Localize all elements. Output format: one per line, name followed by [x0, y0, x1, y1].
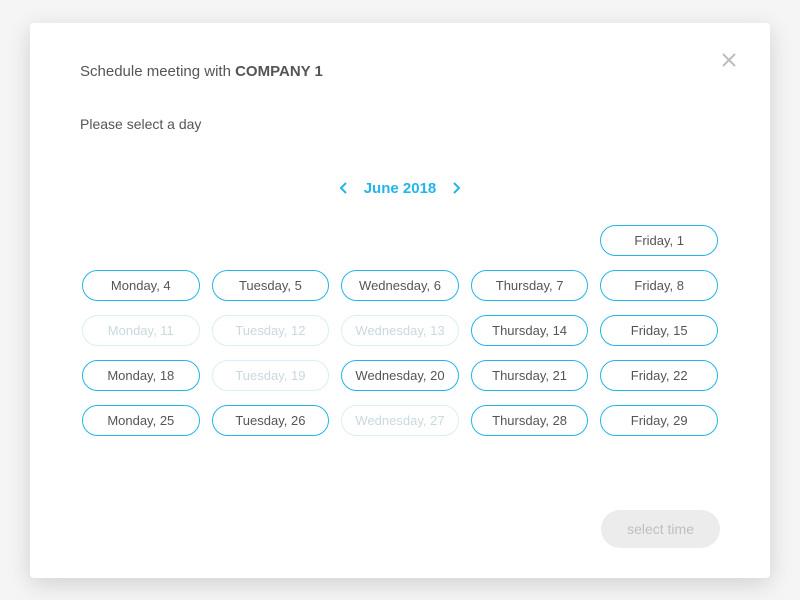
calendar-empty-cell: [341, 225, 459, 256]
calendar-day[interactable]: Tuesday, 5: [212, 270, 330, 301]
calendar-empty-cell: [212, 225, 330, 256]
calendar-day-disabled: Monday, 11: [82, 315, 200, 346]
calendar-day-disabled: Tuesday, 19: [212, 360, 330, 391]
calendar-day[interactable]: Wednesday, 6: [341, 270, 459, 301]
modal-title: Schedule meeting with COMPANY 1: [80, 63, 720, 80]
next-month-button[interactable]: [452, 181, 461, 195]
schedule-meeting-modal: Schedule meeting with COMPANY 1 Please s…: [30, 23, 770, 578]
calendar-day[interactable]: Thursday, 14: [471, 315, 589, 346]
subtitle: Please select a day: [80, 116, 720, 132]
calendar-day[interactable]: Friday, 8: [600, 270, 718, 301]
select-time-button[interactable]: select time: [601, 510, 720, 548]
month-navigator: June 2018: [80, 180, 720, 197]
title-prefix: Schedule meeting with: [80, 63, 235, 80]
close-button[interactable]: [720, 51, 738, 69]
chevron-right-icon: [452, 181, 461, 195]
calendar-day-disabled: Wednesday, 27: [341, 405, 459, 436]
calendar-day[interactable]: Thursday, 21: [471, 360, 589, 391]
calendar-day[interactable]: Monday, 4: [82, 270, 200, 301]
calendar-day[interactable]: Thursday, 7: [471, 270, 589, 301]
calendar-empty-cell: [471, 225, 589, 256]
prev-month-button[interactable]: [339, 181, 348, 195]
calendar-day[interactable]: Friday, 15: [600, 315, 718, 346]
modal-actions: select time: [80, 480, 720, 548]
calendar-grid: Friday, 1 Monday, 4 Tuesday, 5 Wednesday, 6…: [80, 225, 720, 436]
company-name: COMPANY 1: [235, 63, 323, 80]
calendar-day[interactable]: Monday, 18: [82, 360, 200, 391]
calendar-day[interactable]: Friday, 1: [600, 225, 718, 256]
current-month-label: June 2018: [364, 180, 437, 197]
calendar-day[interactable]: Friday, 29: [600, 405, 718, 436]
calendar-day[interactable]: Wednesday, 20: [341, 360, 459, 391]
calendar-day[interactable]: Monday, 25: [82, 405, 200, 436]
close-icon: [720, 51, 738, 69]
calendar-empty-cell: [82, 225, 200, 256]
calendar-day-disabled: Tuesday, 12: [212, 315, 330, 346]
calendar-day[interactable]: Friday, 22: [600, 360, 718, 391]
calendar-day[interactable]: Tuesday, 26: [212, 405, 330, 436]
calendar-day[interactable]: Thursday, 28: [471, 405, 589, 436]
calendar-day-disabled: Wednesday, 13: [341, 315, 459, 346]
chevron-left-icon: [339, 181, 348, 195]
